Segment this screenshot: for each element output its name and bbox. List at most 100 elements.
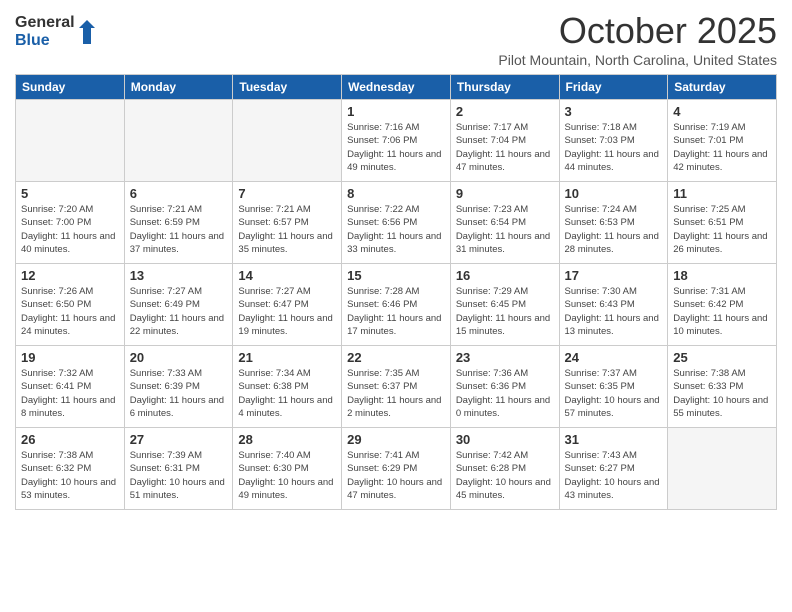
day-number: 15 [347, 268, 445, 283]
table-row: 11 Sunrise: 7:25 AMSunset: 6:51 PMDayligh… [668, 182, 777, 264]
day-number: 16 [456, 268, 554, 283]
day-info: Sunrise: 7:29 AMSunset: 6:45 PMDaylight:… [456, 285, 554, 338]
header-tuesday: Tuesday [233, 75, 342, 100]
day-info: Sunrise: 7:36 AMSunset: 6:36 PMDaylight:… [456, 367, 554, 420]
day-number: 7 [238, 186, 336, 201]
day-number: 6 [130, 186, 228, 201]
table-row: 10 Sunrise: 7:24 AMSunset: 6:53 PMDayligh… [559, 182, 668, 264]
day-number: 23 [456, 350, 554, 365]
day-info: Sunrise: 7:22 AMSunset: 6:56 PMDaylight:… [347, 203, 445, 256]
day-number: 30 [456, 432, 554, 447]
table-row: 5 Sunrise: 7:20 AMSunset: 7:00 PMDaylight… [16, 182, 125, 264]
day-number: 13 [130, 268, 228, 283]
day-info: Sunrise: 7:40 AMSunset: 6:30 PMDaylight:… [238, 449, 336, 502]
day-info: Sunrise: 7:34 AMSunset: 6:38 PMDaylight:… [238, 367, 336, 420]
day-number: 31 [565, 432, 663, 447]
day-number: 3 [565, 104, 663, 119]
day-number: 17 [565, 268, 663, 283]
day-number: 26 [21, 432, 119, 447]
day-info: Sunrise: 7:25 AMSunset: 6:51 PMDaylight:… [673, 203, 771, 256]
table-row: 19 Sunrise: 7:32 AMSunset: 6:41 PMDayligh… [16, 346, 125, 428]
page: General Blue October 2025 Pilot Mountain… [0, 0, 792, 612]
day-number: 5 [21, 186, 119, 201]
table-row: 3 Sunrise: 7:18 AMSunset: 7:03 PMDaylight… [559, 100, 668, 182]
day-info: Sunrise: 7:43 AMSunset: 6:27 PMDaylight:… [565, 449, 663, 502]
day-number: 20 [130, 350, 228, 365]
day-number: 28 [238, 432, 336, 447]
calendar: Sunday Monday Tuesday Wednesday Thursday… [15, 74, 777, 510]
day-number: 4 [673, 104, 771, 119]
table-row [124, 100, 233, 182]
header-monday: Monday [124, 75, 233, 100]
table-row: 8 Sunrise: 7:22 AMSunset: 6:56 PMDaylight… [342, 182, 451, 264]
day-info: Sunrise: 7:31 AMSunset: 6:42 PMDaylight:… [673, 285, 771, 338]
table-row: 6 Sunrise: 7:21 AMSunset: 6:59 PMDaylight… [124, 182, 233, 264]
table-row: 30Sunrise: 7:42 AMSunset: 6:28 PMDayligh… [450, 428, 559, 510]
day-info: Sunrise: 7:24 AMSunset: 6:53 PMDaylight:… [565, 203, 663, 256]
table-row: 25 Sunrise: 7:38 AMSunset: 6:33 PMDayligh… [668, 346, 777, 428]
header-sunday: Sunday [16, 75, 125, 100]
day-number: 24 [565, 350, 663, 365]
day-number: 2 [456, 104, 554, 119]
table-row: 27 Sunrise: 7:39 AMSunset: 6:31 PMDayligh… [124, 428, 233, 510]
day-info: Sunrise: 7:32 AMSunset: 6:41 PMDaylight:… [21, 367, 119, 420]
day-number: 19 [21, 350, 119, 365]
day-number: 21 [238, 350, 336, 365]
day-info: Sunrise: 7:33 AMSunset: 6:39 PMDaylight:… [130, 367, 228, 420]
logo-icon [77, 18, 97, 46]
day-number: 8 [347, 186, 445, 201]
day-number: 22 [347, 350, 445, 365]
day-info: Sunrise: 7:21 AMSunset: 6:59 PMDaylight:… [130, 203, 228, 256]
table-row [233, 100, 342, 182]
day-number: 18 [673, 268, 771, 283]
day-info: Sunrise: 7:41 AMSunset: 6:29 PMDaylight:… [347, 449, 445, 502]
day-info: Sunrise: 7:30 AMSunset: 6:43 PMDaylight:… [565, 285, 663, 338]
day-number: 25 [673, 350, 771, 365]
day-info: Sunrise: 7:16 AMSunset: 7:06 PMDaylight:… [347, 121, 445, 174]
day-info: Sunrise: 7:20 AMSunset: 7:00 PMDaylight:… [21, 203, 119, 256]
header-friday: Friday [559, 75, 668, 100]
day-number: 11 [673, 186, 771, 201]
header-wednesday: Wednesday [342, 75, 451, 100]
title-section: October 2025 Pilot Mountain, North Carol… [498, 10, 777, 68]
table-row: 29Sunrise: 7:41 AMSunset: 6:29 PMDayligh… [342, 428, 451, 510]
day-info: Sunrise: 7:18 AMSunset: 7:03 PMDaylight:… [565, 121, 663, 174]
day-info: Sunrise: 7:39 AMSunset: 6:31 PMDaylight:… [130, 449, 228, 502]
table-row: 23 Sunrise: 7:36 AMSunset: 6:36 PMDayligh… [450, 346, 559, 428]
day-info: Sunrise: 7:26 AMSunset: 6:50 PMDaylight:… [21, 285, 119, 338]
day-info: Sunrise: 7:38 AMSunset: 6:33 PMDaylight:… [673, 367, 771, 420]
logo: General Blue [15, 14, 97, 49]
header-saturday: Saturday [668, 75, 777, 100]
logo-blue: Blue [15, 32, 75, 50]
table-row: 13 Sunrise: 7:27 AMSunset: 6:49 PMDayligh… [124, 264, 233, 346]
day-info: Sunrise: 7:37 AMSunset: 6:35 PMDaylight:… [565, 367, 663, 420]
day-info: Sunrise: 7:35 AMSunset: 6:37 PMDaylight:… [347, 367, 445, 420]
table-row: 15 Sunrise: 7:28 AMSunset: 6:46 PMDayligh… [342, 264, 451, 346]
day-info: Sunrise: 7:27 AMSunset: 6:49 PMDaylight:… [130, 285, 228, 338]
table-row: 7Sunrise: 7:21 AMSunset: 6:57 PMDaylight… [233, 182, 342, 264]
day-info: Sunrise: 7:38 AMSunset: 6:32 PMDaylight:… [21, 449, 119, 502]
day-number: 10 [565, 186, 663, 201]
logo-general: General [15, 14, 75, 32]
calendar-week-row: 12Sunrise: 7:26 AMSunset: 6:50 PMDayligh… [16, 264, 777, 346]
logo-text: General Blue [15, 14, 75, 49]
table-row: 28 Sunrise: 7:40 AMSunset: 6:30 PMDayligh… [233, 428, 342, 510]
table-row: 2 Sunrise: 7:17 AMSunset: 7:04 PMDaylight… [450, 100, 559, 182]
day-info: Sunrise: 7:17 AMSunset: 7:04 PMDaylight:… [456, 121, 554, 174]
location: Pilot Mountain, North Carolina, United S… [498, 52, 777, 68]
day-number: 14 [238, 268, 336, 283]
day-number: 27 [130, 432, 228, 447]
table-row: 18 Sunrise: 7:31 AMSunset: 6:42 PMDayligh… [668, 264, 777, 346]
day-info: Sunrise: 7:19 AMSunset: 7:01 PMDaylight:… [673, 121, 771, 174]
calendar-week-row: 26 Sunrise: 7:38 AMSunset: 6:32 PMDayligh… [16, 428, 777, 510]
table-row: 17 Sunrise: 7:30 AMSunset: 6:43 PMDayligh… [559, 264, 668, 346]
table-row: 22 Sunrise: 7:35 AMSunset: 6:37 PMDayligh… [342, 346, 451, 428]
table-row: 31 Sunrise: 7:43 AMSunset: 6:27 PMDayligh… [559, 428, 668, 510]
table-row: 26 Sunrise: 7:38 AMSunset: 6:32 PMDayligh… [16, 428, 125, 510]
calendar-week-row: 5 Sunrise: 7:20 AMSunset: 7:00 PMDaylight… [16, 182, 777, 264]
table-row [16, 100, 125, 182]
table-row [668, 428, 777, 510]
calendar-week-row: 1Sunrise: 7:16 AMSunset: 7:06 PMDaylight… [16, 100, 777, 182]
day-info: Sunrise: 7:28 AMSunset: 6:46 PMDaylight:… [347, 285, 445, 338]
table-row: 9Sunrise: 7:23 AMSunset: 6:54 PMDaylight… [450, 182, 559, 264]
